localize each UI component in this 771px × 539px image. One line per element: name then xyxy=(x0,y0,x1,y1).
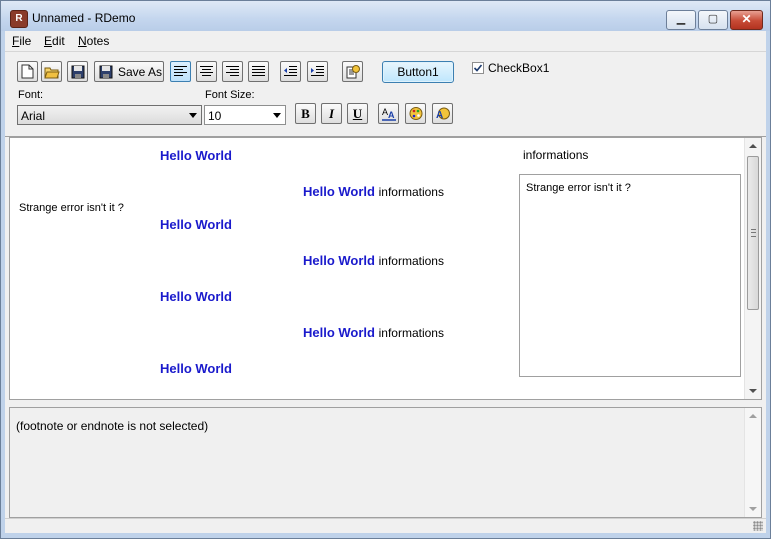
align-left-button[interactable] xyxy=(170,61,191,82)
notes-editor[interactable]: (footnote or endnote is not selected) xyxy=(9,407,762,518)
color-palette-icon xyxy=(409,107,422,120)
font-size-combobox[interactable]: 10 xyxy=(204,105,286,125)
app-window: R Unnamed - RDemo ▁ ▢ ✕ File Edit Notes xyxy=(0,0,771,539)
background-color-button[interactable]: A xyxy=(432,103,453,124)
align-center-icon xyxy=(200,66,213,76)
scroll-down-icon[interactable] xyxy=(749,389,757,393)
decrease-indent-button[interactable] xyxy=(280,61,301,82)
align-center-button[interactable] xyxy=(196,61,217,82)
menu-edit[interactable]: Edit xyxy=(44,34,65,48)
hello-world-text: Hello World xyxy=(303,325,375,340)
title-bar[interactable]: R Unnamed - RDemo ▁ ▢ ✕ xyxy=(1,1,770,31)
hello-world-text: Hello World xyxy=(160,148,232,163)
underline-button[interactable]: U xyxy=(347,103,368,124)
hello-world-text: Hello World xyxy=(303,253,375,268)
menu-edit-rest: dit xyxy=(52,34,65,48)
maximize-icon: ▢ xyxy=(707,13,719,25)
increase-indent-button[interactable] xyxy=(307,61,328,82)
chevron-down-icon xyxy=(189,113,197,118)
open-button[interactable] xyxy=(41,61,62,82)
menu-file-rest: ile xyxy=(19,34,32,48)
close-icon: ✕ xyxy=(741,12,752,26)
hello-world-info-line: Hello World informations xyxy=(303,184,444,199)
client-area: File Edit Notes Save As Button1 CheckBox… xyxy=(5,31,766,533)
scroll-up-icon[interactable] xyxy=(749,414,757,418)
decrease-indent-icon xyxy=(284,66,297,76)
menu-file[interactable]: File xyxy=(12,34,31,48)
notes-status-text: (footnote or endnote is not selected) xyxy=(16,419,209,433)
save-disk-icon xyxy=(71,65,84,78)
informations-text: informations xyxy=(378,185,444,199)
toolbar: Save As Button1 CheckBox1 Font: Arial Fo… xyxy=(5,51,766,137)
menu-bar: File Edit Notes xyxy=(5,31,766,51)
align-justify-button[interactable] xyxy=(248,61,269,82)
close-button[interactable]: ✕ xyxy=(730,10,763,30)
chevron-down-icon xyxy=(273,113,281,118)
font-size-value: 10 xyxy=(208,109,222,123)
scroll-thumb[interactable] xyxy=(747,156,759,310)
font-size-label: Font Size: xyxy=(205,89,255,101)
app-icon[interactable]: R xyxy=(10,10,28,28)
save-as-label: Save As xyxy=(118,64,163,79)
svg-text:A: A xyxy=(436,110,443,121)
checkbox1[interactable] xyxy=(472,62,484,74)
paragraph-properties-button[interactable] xyxy=(342,61,363,82)
maximize-button[interactable]: ▢ xyxy=(698,10,728,30)
font-color-button[interactable]: AA xyxy=(378,103,399,124)
informations-text: informations xyxy=(378,254,444,268)
grip-icon xyxy=(751,229,756,237)
rich-text-editor[interactable]: Hello World informations Hello World inf… xyxy=(9,137,762,400)
save-as-disk-icon xyxy=(99,65,113,78)
informations-text: informations xyxy=(523,148,589,162)
splitter[interactable] xyxy=(9,400,762,407)
menu-notes-accel: N xyxy=(78,34,87,48)
svg-text:A: A xyxy=(388,110,395,120)
menu-edit-accel: E xyxy=(44,34,53,48)
notes-scrollbar[interactable] xyxy=(744,408,761,517)
align-justify-icon xyxy=(252,66,265,76)
embedded-memo[interactable]: Strange error isn't it ? xyxy=(519,174,741,377)
paragraph-properties-icon xyxy=(346,65,360,79)
checkmark-icon xyxy=(473,64,483,72)
minimize-icon: ▁ xyxy=(676,13,686,25)
save-as-button[interactable]: Save As xyxy=(94,61,164,82)
editor-scrollbar[interactable] xyxy=(744,138,761,399)
button1[interactable]: Button1 xyxy=(382,61,454,83)
font-label: Font: xyxy=(18,89,44,101)
informations-text: informations xyxy=(378,326,444,340)
error-text: Strange error isn't it ? xyxy=(19,202,124,214)
scroll-up-icon[interactable] xyxy=(749,144,757,148)
font-color-icon: AA xyxy=(381,107,396,121)
hello-world-text: Hello World xyxy=(160,289,232,304)
scroll-down-icon[interactable] xyxy=(749,507,757,511)
align-right-icon xyxy=(226,66,239,76)
highlight-color-button[interactable] xyxy=(405,103,426,124)
menu-notes-rest: otes xyxy=(86,34,110,48)
hello-world-info-line: Hello World informations xyxy=(303,253,444,268)
menu-notes[interactable]: Notes xyxy=(78,34,109,48)
memo-text: Strange error isn't it ? xyxy=(526,182,631,194)
hello-world-text: Hello World xyxy=(160,217,232,232)
new-button[interactable] xyxy=(17,61,38,82)
italic-button[interactable]: I xyxy=(321,103,342,124)
align-left-icon xyxy=(174,66,187,76)
increase-indent-icon xyxy=(311,66,324,76)
resize-grip-icon[interactable] xyxy=(753,521,763,531)
window-title: Unnamed - RDemo xyxy=(32,11,136,25)
checkbox1-label[interactable]: CheckBox1 xyxy=(488,61,549,75)
align-right-button[interactable] xyxy=(222,61,243,82)
bold-button[interactable]: B xyxy=(295,103,316,124)
font-combobox[interactable]: Arial xyxy=(17,105,202,125)
open-folder-icon xyxy=(43,67,60,78)
text-palette-icon: A xyxy=(436,107,450,121)
hello-world-text: Hello World xyxy=(160,361,232,376)
minimize-button[interactable]: ▁ xyxy=(666,10,696,30)
font-value: Arial xyxy=(21,109,46,123)
new-document-icon xyxy=(21,64,34,79)
hello-world-info-line: Hello World informations xyxy=(303,325,444,340)
status-bar xyxy=(5,518,766,533)
save-button[interactable] xyxy=(67,61,88,82)
hello-world-text: Hello World xyxy=(303,184,375,199)
